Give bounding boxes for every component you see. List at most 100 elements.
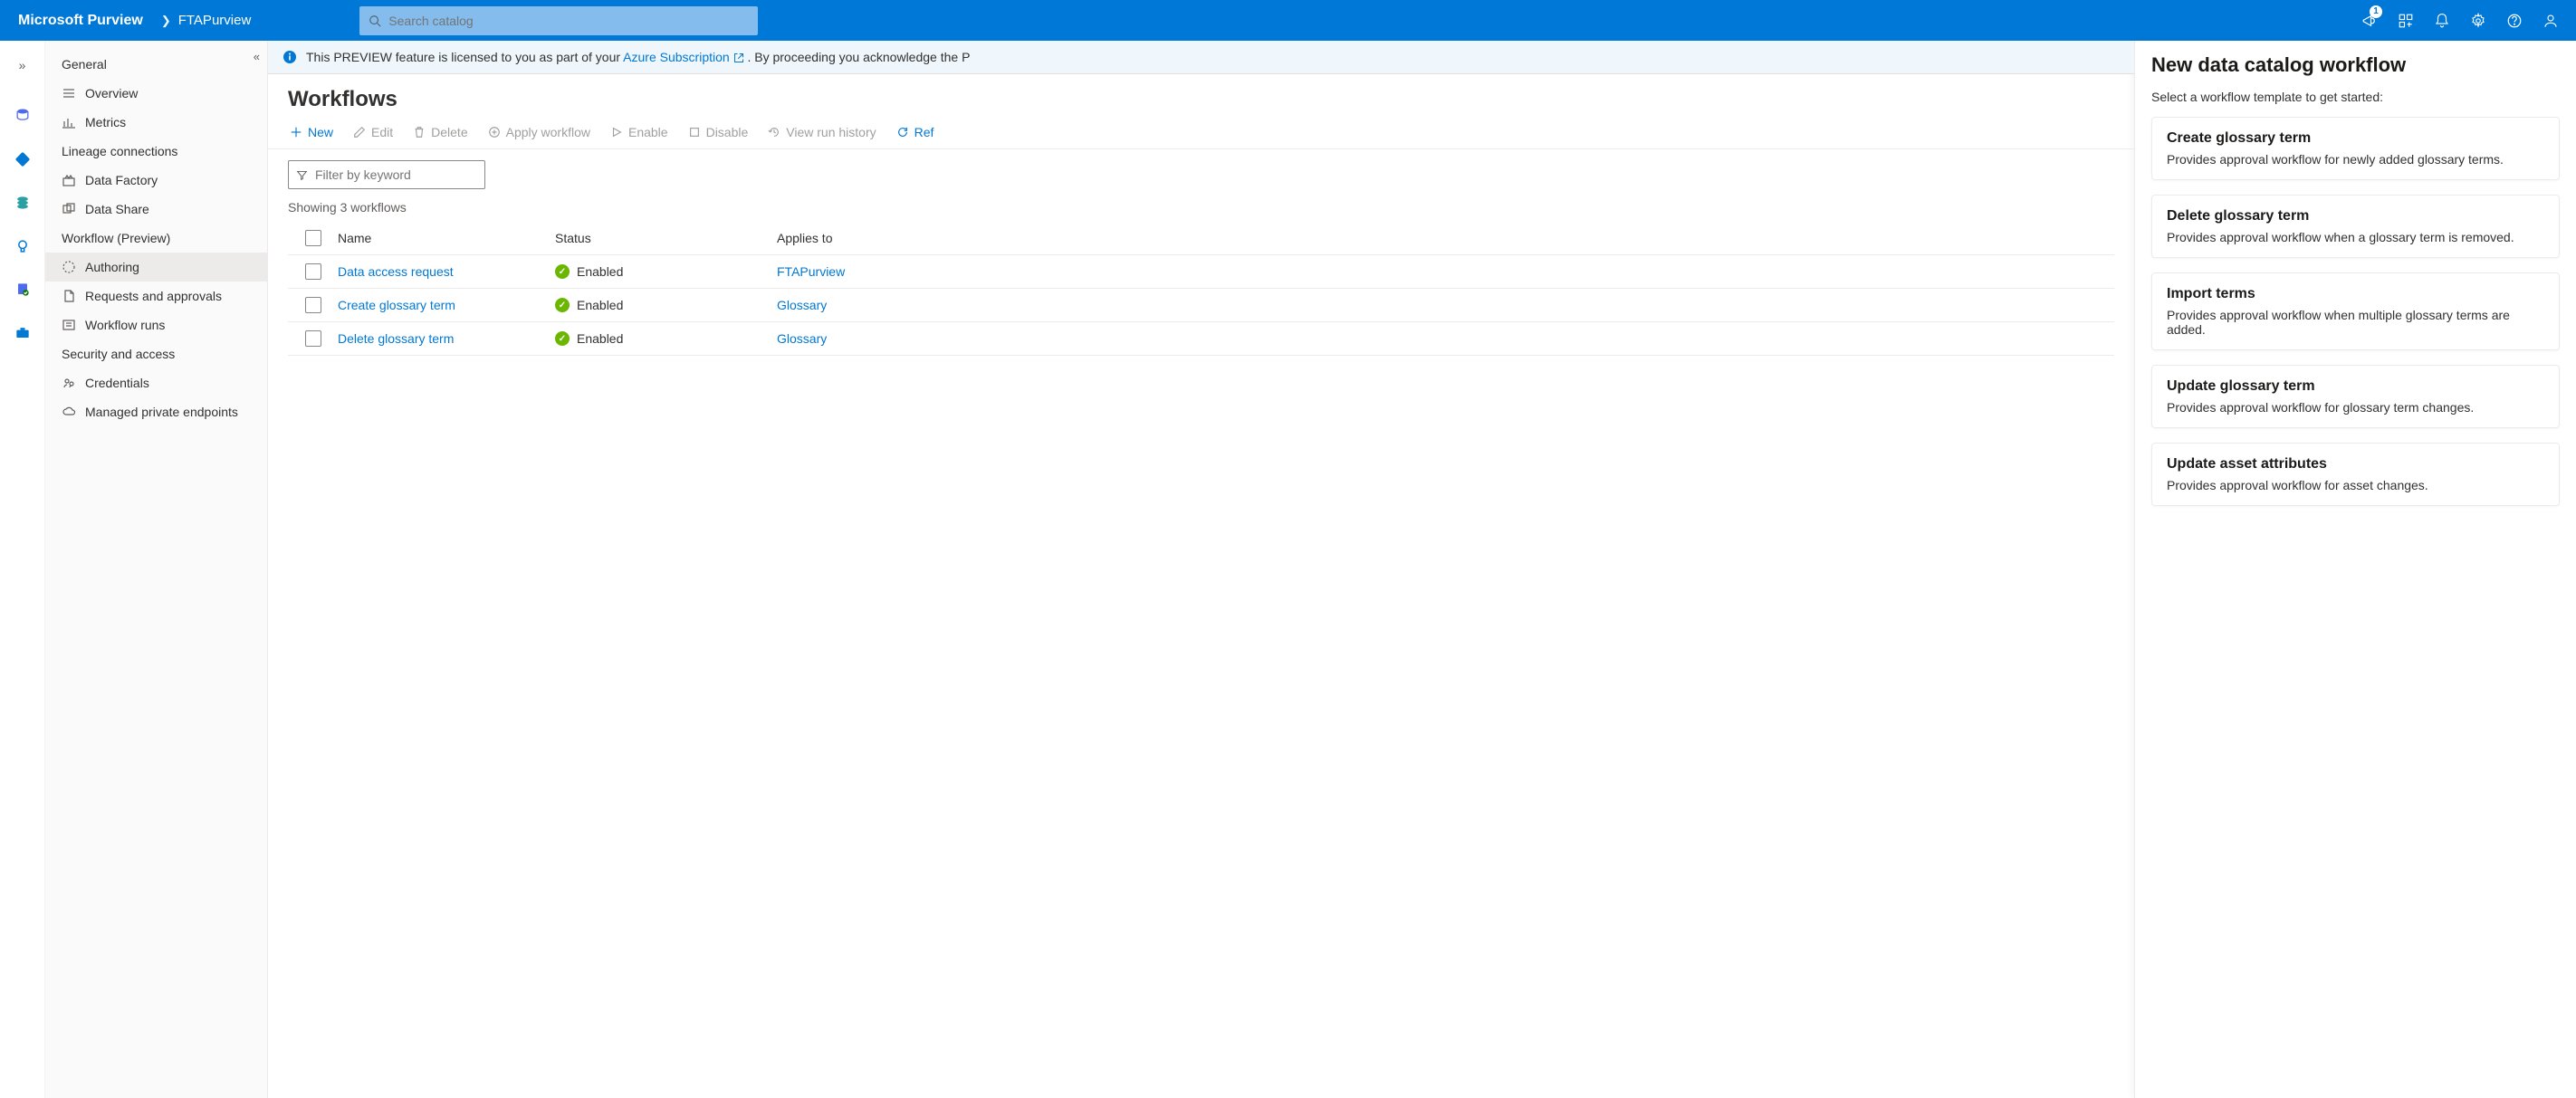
info-icon: [282, 50, 297, 64]
nav-collapse-icon[interactable]: «: [254, 50, 260, 63]
rail-collections-icon[interactable]: [5, 186, 40, 220]
directory-icon[interactable]: [2388, 3, 2424, 39]
workflow-name-link[interactable]: Data access request: [338, 264, 454, 279]
help-icon[interactable]: [2496, 3, 2533, 39]
nav-label: Data Factory: [85, 173, 158, 187]
icon-rail: »: [0, 41, 45, 1098]
rail-management-icon[interactable]: [5, 316, 40, 350]
toolbar-label: New: [308, 125, 333, 139]
applies-to-link[interactable]: Glossary: [777, 298, 827, 312]
template-card[interactable]: Update asset attributes Provides approval…: [2151, 443, 2560, 506]
template-title: Update asset attributes: [2167, 456, 2544, 473]
template-title: Delete glossary term: [2167, 208, 2544, 224]
announcements-icon[interactable]: 1: [2351, 3, 2388, 39]
row-checkbox[interactable]: [305, 297, 321, 313]
refresh-icon: [896, 126, 909, 138]
refresh-button[interactable]: Ref: [896, 125, 934, 139]
filter-input[interactable]: [288, 160, 485, 189]
nav-label: Overview: [85, 86, 138, 100]
plus-icon: [290, 126, 302, 138]
main-content: This PREVIEW feature is licensed to you …: [268, 41, 2134, 1098]
rail-expand-icon[interactable]: »: [5, 48, 40, 82]
cloud-icon: [62, 405, 76, 419]
enable-button[interactable]: Enable: [610, 125, 668, 139]
nav-label: Metrics: [85, 115, 126, 129]
delete-button[interactable]: Delete: [413, 125, 467, 139]
nav-label: Authoring: [85, 260, 139, 274]
results-count: Showing 3 workflows: [268, 193, 2134, 222]
workflow-name-link[interactable]: Create glossary term: [338, 298, 455, 312]
col-name[interactable]: Name: [338, 231, 555, 245]
nav-item-data-share[interactable]: Data Share: [45, 195, 267, 224]
side-nav: « General Overview Metrics Lineage conne…: [45, 41, 268, 1098]
nav-item-requests[interactable]: Requests and approvals: [45, 282, 267, 310]
nav-label: Workflow runs: [85, 318, 165, 332]
toolbar-label: Edit: [371, 125, 393, 139]
nav-item-authoring[interactable]: Authoring: [45, 253, 267, 282]
notifications-icon[interactable]: [2424, 3, 2460, 39]
template-card[interactable]: Import termsProvides approval workflow w…: [2151, 272, 2560, 350]
nav-item-endpoints[interactable]: Managed private endpoints: [45, 397, 267, 426]
toolbar-label: Apply workflow: [506, 125, 590, 139]
new-button[interactable]: New: [290, 125, 333, 139]
top-bar: Microsoft Purview ❯ FTAPurview 1: [0, 0, 2576, 41]
template-desc: Provides approval workflow for newly add…: [2167, 152, 2544, 167]
search-input[interactable]: [388, 14, 749, 28]
banner-text-prefix: This PREVIEW feature is licensed to you …: [306, 50, 623, 64]
document-icon: [62, 289, 76, 303]
banner-link[interactable]: Azure Subscription: [623, 50, 743, 64]
credentials-icon: [62, 376, 76, 390]
table-row[interactable]: Data access request✓EnabledFTAPurview: [288, 255, 2114, 289]
rail-data-map-icon[interactable]: [5, 142, 40, 177]
template-card[interactable]: Create glossary term Provides approval wo…: [2151, 117, 2560, 180]
nav-item-data-factory[interactable]: Data Factory: [45, 166, 267, 195]
feedback-icon[interactable]: [2533, 3, 2569, 39]
list-icon: [62, 86, 76, 100]
select-all-checkbox[interactable]: [305, 230, 321, 246]
col-status[interactable]: Status: [555, 231, 777, 245]
nav-item-credentials[interactable]: Credentials: [45, 368, 267, 397]
applies-to-link[interactable]: FTAPurview: [777, 264, 845, 279]
settings-icon[interactable]: [2460, 3, 2496, 39]
history-icon: [768, 126, 780, 138]
workflow-name-link[interactable]: Delete glossary term: [338, 331, 454, 346]
rail-policy-icon[interactable]: [5, 272, 40, 307]
template-desc: Provides approval workflow when a glossa…: [2167, 230, 2544, 244]
template-card[interactable]: Update glossary termProvides approval wo…: [2151, 365, 2560, 428]
applies-to-link[interactable]: Glossary: [777, 331, 827, 346]
status-text: Enabled: [577, 264, 623, 279]
template-title: Create glossary term: [2167, 130, 2544, 147]
toolbar: New Edit Delete Apply workflow Enable: [268, 119, 2134, 149]
nav-item-overview[interactable]: Overview: [45, 79, 267, 108]
row-checkbox[interactable]: [305, 330, 321, 347]
table-row[interactable]: Create glossary term✓EnabledGlossary: [288, 289, 2114, 322]
nav-label: Managed private endpoints: [85, 405, 238, 419]
nav-section-general: General: [45, 50, 267, 79]
nav-section-security: Security and access: [45, 339, 267, 368]
rail-insights-icon[interactable]: [5, 229, 40, 263]
workflows-table: Name Status Applies to Data access reque…: [268, 222, 2134, 356]
template-desc: Provides approval workflow for asset cha…: [2167, 478, 2544, 492]
authoring-icon: [62, 260, 76, 274]
view-run-history-button[interactable]: View run history: [768, 125, 876, 139]
nav-section-lineage: Lineage connections: [45, 137, 267, 166]
nav-item-metrics[interactable]: Metrics: [45, 108, 267, 137]
status-text: Enabled: [577, 331, 623, 346]
edit-button[interactable]: Edit: [353, 125, 393, 139]
share-icon: [62, 202, 76, 216]
toolbar-label: Enable: [628, 125, 668, 139]
filter-text-input[interactable]: [315, 167, 479, 182]
template-card[interactable]: Delete glossary term Provides approval wo…: [2151, 195, 2560, 258]
brand-title[interactable]: Microsoft Purview: [7, 13, 154, 29]
rail-data-sources-icon[interactable]: [5, 99, 40, 133]
row-checkbox[interactable]: [305, 263, 321, 280]
col-applies[interactable]: Applies to: [777, 231, 2114, 245]
nav-label: Requests and approvals: [85, 289, 222, 303]
template-title: Import terms: [2167, 286, 2544, 302]
table-row[interactable]: Delete glossary term✓EnabledGlossary: [288, 322, 2114, 356]
breadcrumb-crumb[interactable]: FTAPurview: [178, 13, 252, 28]
search-box[interactable]: [359, 6, 758, 35]
apply-workflow-button[interactable]: Apply workflow: [488, 125, 590, 139]
nav-item-workflow-runs[interactable]: Workflow runs: [45, 310, 267, 339]
disable-button[interactable]: Disable: [688, 125, 749, 139]
